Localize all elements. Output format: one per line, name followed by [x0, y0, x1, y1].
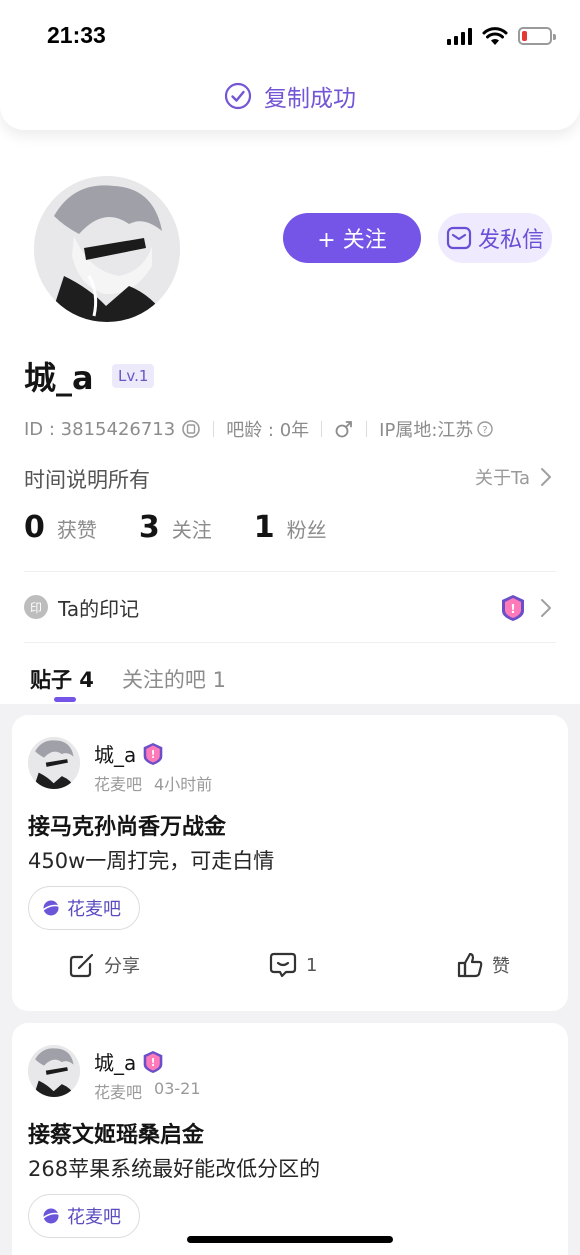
toast-text: 复制成功 [264, 86, 356, 112]
comment-count: 1 [306, 954, 318, 976]
stat-number: 1 [253, 510, 275, 545]
copy-icon[interactable] [181, 419, 201, 439]
meta-divider [213, 421, 215, 437]
meta-divider [321, 421, 323, 437]
post-card[interactable]: 城_a ! 花麦吧 4小时前 接马克孙尚香万战金 450w一周打完，可走白情 花… [12, 715, 568, 1011]
post-title[interactable]: 接蔡文姬瑶桑启金 [28, 1117, 204, 1149]
battery-level [522, 31, 527, 41]
forum-tag[interactable]: 花麦吧 [28, 886, 140, 930]
profile-bio: 时间说明所有 [24, 468, 150, 492]
meta-divider [366, 421, 368, 437]
avatar-image [28, 1045, 80, 1097]
svg-text:!: ! [151, 1058, 156, 1069]
forum-tag[interactable]: 花麦吧 [28, 1194, 140, 1238]
post-time: 4小时前 [154, 775, 213, 794]
post-meta: 花麦吧 4小时前 [94, 771, 212, 795]
section-divider [24, 642, 556, 643]
follow-button[interactable]: + 关注 [283, 213, 421, 263]
post-author-avatar[interactable] [28, 737, 80, 789]
marks-right: ! [500, 594, 552, 622]
profile-username: 城_a [24, 359, 94, 397]
user-id: ID : 3815426713 [24, 418, 176, 440]
post-author-avatar[interactable] [28, 1045, 80, 1097]
post-forum[interactable]: 花麦吧 [94, 771, 142, 795]
svg-text:!: ! [510, 602, 515, 616]
tab-posts[interactable]: 贴子 4 [30, 664, 94, 694]
about-label: 关于Ta [474, 468, 530, 489]
comment-icon [269, 952, 297, 978]
badge-icon: ! [143, 742, 163, 765]
tab-followed-bars[interactable]: 关注的吧 1 [122, 664, 226, 694]
forum-tag-label: 花麦吧 [67, 899, 121, 920]
svg-text:!: ! [151, 750, 156, 761]
post-author-name: 城_a [94, 743, 137, 767]
share-button[interactable]: 分享 [68, 951, 140, 979]
badge-icon: ! [502, 595, 524, 621]
marks-label: Ta的印记 [58, 596, 140, 621]
post-author[interactable]: 城_a ! [94, 1047, 164, 1076]
post-author-name: 城_a [94, 1051, 137, 1075]
stat-label: 获赞 [56, 518, 97, 542]
follow-button-label: + 关注 [317, 228, 387, 253]
posts-feed: 城_a ! 花麦吧 4小时前 接马克孙尚香万战金 450w一周打完，可走白情 花… [0, 704, 580, 1255]
status-icons [447, 26, 556, 46]
avatar-image [34, 176, 180, 322]
thumbs-up-icon [457, 952, 483, 978]
post-body[interactable]: 268苹果系统最好能改低分区的 [28, 1153, 320, 1183]
home-indicator[interactable] [187, 1236, 393, 1243]
post-time: 03-21 [154, 1079, 201, 1098]
section-divider [24, 571, 556, 572]
profile-avatar[interactable] [34, 176, 180, 322]
forum-tag-label: 花麦吧 [67, 1207, 121, 1228]
battery-icon [518, 27, 556, 45]
about-link[interactable]: 关于Ta [475, 464, 552, 490]
stat-number: 0 [24, 510, 45, 545]
badge-icon: ! [143, 1050, 163, 1073]
ip-location: IP属地:江苏 [379, 420, 474, 441]
svg-text:?: ? [483, 425, 488, 436]
comment-button[interactable]: 1 [268, 951, 317, 979]
stat-fans[interactable]: 1 粉丝 [254, 510, 327, 545]
profile-stats: 0 获赞 3 关注 1 粉丝 [24, 510, 369, 545]
check-circle-icon [224, 82, 252, 110]
stat-following[interactable]: 3 关注 [139, 510, 212, 545]
help-icon[interactable]: ? [476, 420, 494, 438]
mail-icon [446, 226, 472, 250]
post-title[interactable]: 接马克孙尚香万战金 [28, 809, 226, 841]
status-time: 21:33 [47, 22, 106, 48]
message-button[interactable]: 发私信 [438, 213, 552, 263]
post-card[interactable]: 城_a ! 花麦吧 03-21 接蔡文姬瑶桑启金 268苹果系统最好能改低分区的… [12, 1023, 568, 1255]
post-body[interactable]: 450w一周打完，可走白情 [28, 845, 274, 875]
share-label: 分享 [104, 956, 140, 977]
post-meta: 花麦吧 03-21 [94, 1079, 201, 1103]
cellular-signal-icon [447, 27, 472, 45]
stat-likes[interactable]: 0 获赞 [24, 510, 97, 545]
copy-success-toast: 复制成功 [0, 62, 580, 130]
wifi-icon [482, 27, 508, 45]
profile-tabs: 贴子 4 关注的吧 1 [30, 664, 226, 694]
chevron-right-icon [541, 599, 551, 617]
planet-icon [42, 900, 60, 916]
chevron-right-icon [541, 468, 551, 486]
tab-indicator [54, 697, 76, 702]
level-badge[interactable]: Lv.1 [112, 364, 155, 388]
like-button[interactable]: 赞 [456, 951, 510, 979]
stat-number: 3 [138, 510, 160, 545]
male-icon [335, 421, 353, 438]
status-bar: 21:33 [0, 0, 580, 70]
share-icon [69, 953, 94, 978]
planet-icon [42, 1208, 60, 1224]
message-button-label: 发私信 [477, 228, 544, 253]
marks-row[interactable]: 印 Ta的印记 ! [24, 590, 556, 624]
post-author[interactable]: 城_a ! [94, 739, 164, 768]
profile-meta-row: ID : 3815426713 吧龄 : 0年 IP属地:江苏 ? [24, 416, 494, 442]
seal-icon: 印 [24, 595, 48, 619]
post-forum[interactable]: 花麦吧 [94, 1079, 142, 1103]
like-label: 赞 [492, 956, 510, 977]
bar-age: 吧龄 : 0年 [226, 420, 310, 441]
avatar-image [28, 737, 80, 789]
stat-label: 粉丝 [286, 518, 327, 542]
post-actions: 分享 1 赞 [12, 951, 568, 991]
stat-label: 关注 [171, 518, 212, 542]
